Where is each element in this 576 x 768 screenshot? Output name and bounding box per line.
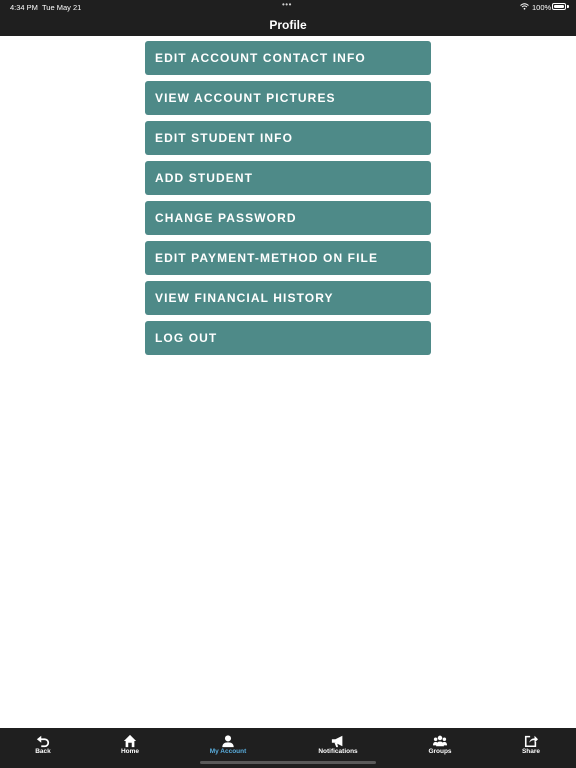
person-icon: [222, 735, 234, 748]
edit-account-contact-info-button[interactable]: EDIT ACCOUNT CONTACT INFO: [145, 41, 431, 75]
add-student-button[interactable]: ADD STUDENT: [145, 161, 431, 195]
share-icon: [524, 735, 538, 748]
battery-icon: [552, 3, 566, 10]
home-indicator[interactable]: [200, 761, 376, 764]
back-icon: [36, 735, 50, 748]
change-password-button[interactable]: CHANGE PASSWORD: [145, 201, 431, 235]
page-title: Profile: [269, 18, 307, 32]
edit-student-info-button[interactable]: EDIT STUDENT INFO: [145, 121, 431, 155]
battery-percent: 100%: [532, 3, 552, 12]
wifi-icon: [520, 3, 529, 10]
profile-menu: EDIT ACCOUNT CONTACT INFO VIEW ACCOUNT P…: [145, 41, 431, 361]
view-account-pictures-button[interactable]: VIEW ACCOUNT PICTURES: [145, 81, 431, 115]
status-time: 4:34 PM: [10, 3, 38, 12]
megaphone-icon: [331, 735, 343, 748]
log-out-button[interactable]: LOG OUT: [145, 321, 431, 355]
tab-groups[interactable]: Groups: [400, 728, 480, 768]
battery-tip: [567, 5, 569, 8]
multitasking-dots[interactable]: •••: [282, 0, 292, 9]
tab-notifications-label: Notifications: [318, 748, 358, 755]
view-financial-history-button[interactable]: VIEW FINANCIAL HISTORY: [145, 281, 431, 315]
tab-back-label: Back: [35, 748, 51, 755]
home-icon: [123, 734, 137, 748]
tab-home-label: Home: [120, 748, 140, 755]
tab-home[interactable]: Home: [90, 728, 170, 768]
tab-my-account-label: My Account: [209, 748, 247, 755]
status-bar: 4:34 PM Tue May 21 ••• 100%: [0, 0, 576, 14]
status-date: Tue May 21: [42, 3, 82, 12]
tab-back[interactable]: Back: [3, 728, 83, 768]
tab-groups-label: Groups: [428, 748, 452, 755]
groups-icon: [433, 735, 447, 747]
tab-share[interactable]: Share: [491, 728, 571, 768]
edit-payment-method-button[interactable]: EDIT PAYMENT-METHOD ON FILE: [145, 241, 431, 275]
tab-share-label: Share: [521, 748, 541, 755]
navigation-bar: Profile: [0, 14, 576, 36]
